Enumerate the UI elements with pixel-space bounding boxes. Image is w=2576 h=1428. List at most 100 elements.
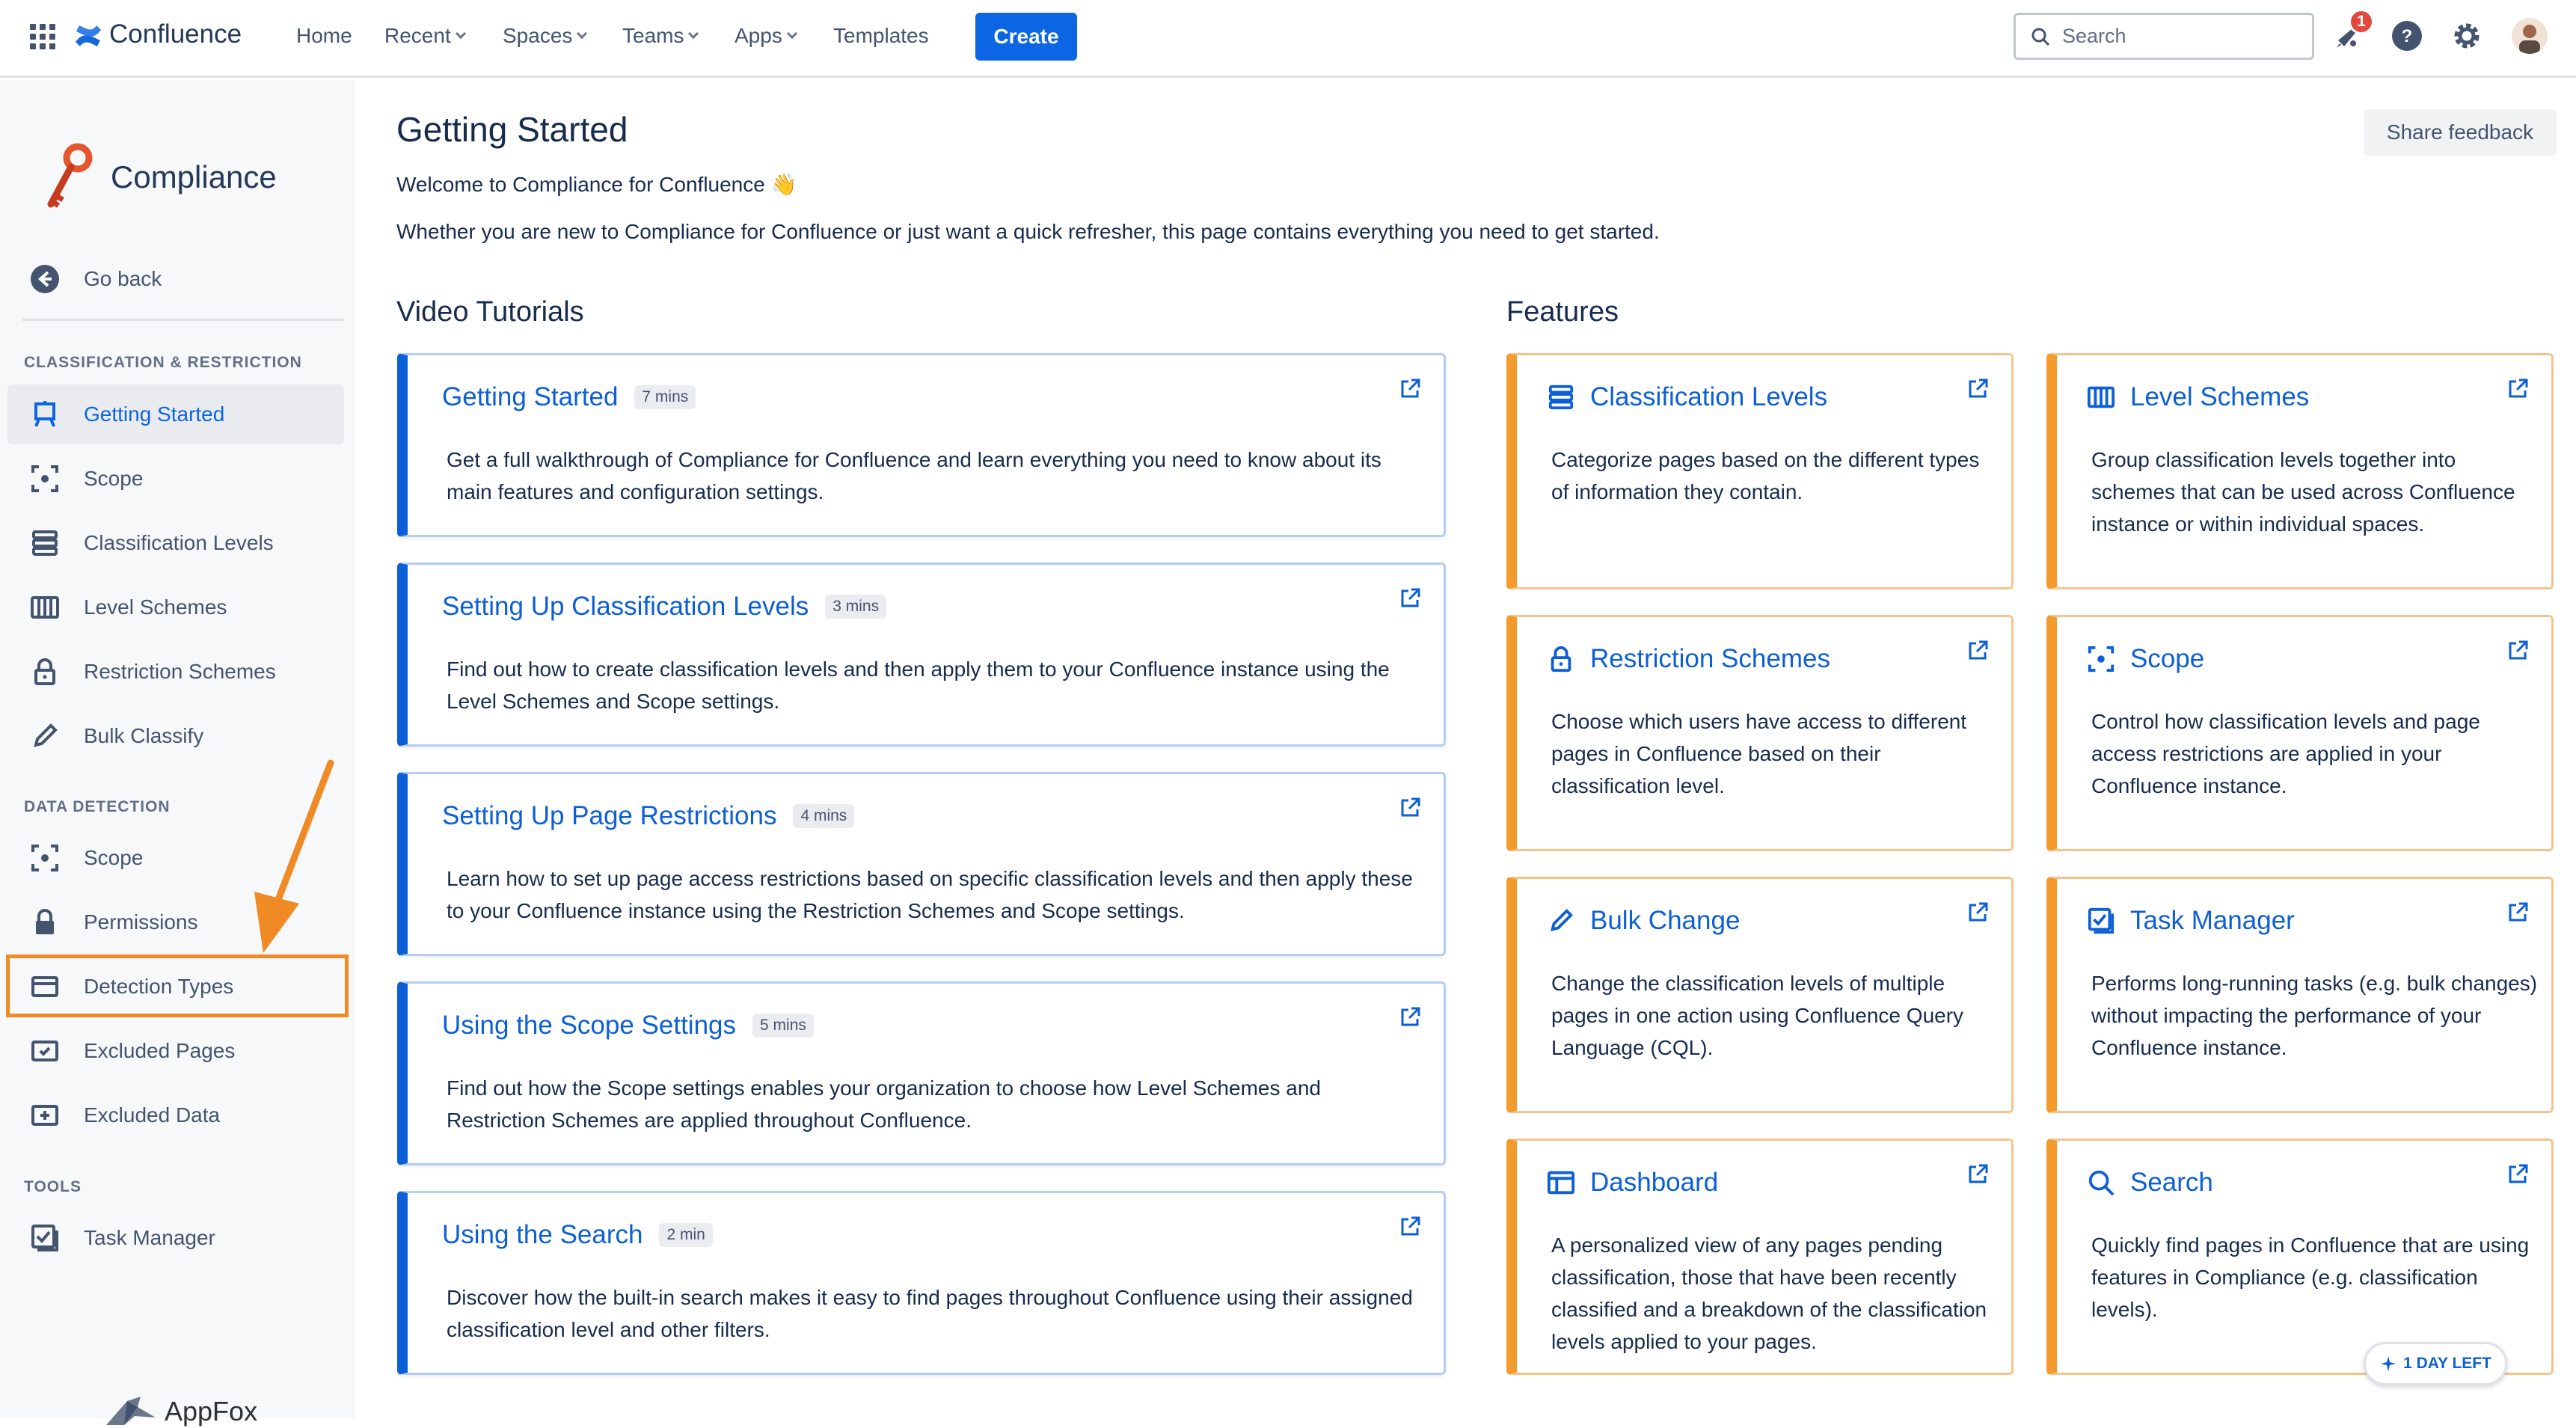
external-link-icon[interactable] <box>1966 640 1989 662</box>
sidebar-item-label: Excluded Pages <box>84 1039 236 1062</box>
sidebar-item-label: Getting Started <box>84 402 225 426</box>
external-link-icon[interactable] <box>1399 378 1421 400</box>
external-link-icon[interactable] <box>1966 1163 1989 1186</box>
sidebar-item-excluded-data[interactable]: Excluded Data <box>7 1085 344 1145</box>
video-title-text: Getting Started <box>442 382 619 411</box>
nav-teams[interactable]: Teams <box>622 24 699 48</box>
section-heading-tools: TOOLS <box>24 1178 82 1195</box>
external-link-icon[interactable] <box>1399 1216 1421 1238</box>
feature-title[interactable]: Search <box>2087 1168 2213 1198</box>
sidebar-item-excluded-pages[interactable]: Excluded Pages <box>7 1021 344 1081</box>
feature-description: Performs long-running tasks (e.g. bulk c… <box>2091 972 2538 1059</box>
sidebar-item-classification-levels[interactable]: Classification Levels <box>7 513 344 573</box>
duration-badge: 5 mins <box>752 1014 814 1038</box>
external-link-icon[interactable] <box>2506 640 2529 662</box>
compliance-app-name: Compliance <box>111 159 277 194</box>
feature-description: Change the classification levels of mult… <box>1551 972 1964 1059</box>
video-card[interactable]: Setting Up Classification Levels 3 mins F… <box>397 563 1446 747</box>
nav-recent[interactable]: Recent <box>384 24 466 48</box>
feature-description: A personalized view of any pages pending… <box>1551 1234 1987 1353</box>
feature-description: Control how classification levels and pa… <box>2091 710 2480 797</box>
page-title: Getting Started <box>396 110 628 149</box>
external-link-icon[interactable] <box>2506 1163 2529 1186</box>
external-link-icon[interactable] <box>1966 378 1989 400</box>
feature-card-restriction-schemes[interactable]: Restriction Schemes Choose which users h… <box>1506 615 2014 851</box>
feature-card-search[interactable]: Search Quickly find pages in Confluence … <box>2046 1139 2554 1375</box>
go-back-button[interactable]: Go back <box>7 249 344 309</box>
sidebar-item-scope[interactable]: Scope <box>7 449 344 509</box>
video-title-text: Using the Scope Settings <box>442 1011 737 1040</box>
feature-card-scope[interactable]: Scope Control how classification levels … <box>2046 615 2554 851</box>
feature-title-text: Level Schemes <box>2130 382 2310 411</box>
nav-apps[interactable]: Apps <box>735 24 797 48</box>
feature-title[interactable]: Restriction Schemes <box>1547 644 1830 674</box>
confluence-logo-icon[interactable] <box>73 21 103 51</box>
sidebar: Compliance Go back CLASSIFICATION & REST… <box>0 80 355 1427</box>
nav-teams-label: Teams <box>622 24 684 47</box>
feature-description: Quickly find pages in Confluence that ar… <box>2091 1234 2530 1321</box>
feature-title-text: Classification Levels <box>1590 382 1828 411</box>
pencil-icon <box>1550 909 1573 932</box>
trial-days-badge[interactable]: 1 DAY LEFT <box>2364 1342 2507 1385</box>
easel-icon <box>34 401 55 427</box>
video-card[interactable]: Setting Up Page Restrictions 4 mins Learn… <box>397 772 1446 956</box>
help-icon[interactable]: ? <box>2389 18 2425 54</box>
sidebar-item-restriction-schemes[interactable]: Restriction Schemes <box>7 642 344 702</box>
external-link-icon[interactable] <box>2506 901 2529 924</box>
duration-badge: 2 min <box>659 1223 713 1247</box>
feature-card-level-schemes[interactable]: Level Schemes Group classification level… <box>2046 353 2554 589</box>
feature-card-bulk-change[interactable]: Bulk Change Change the classification le… <box>1506 877 2014 1113</box>
feature-title[interactable]: Bulk Change <box>1547 906 1740 936</box>
sidebar-divider <box>22 319 344 321</box>
chevron-down-icon <box>786 28 797 40</box>
video-description: Find out how to create classification le… <box>447 658 1390 713</box>
video-tutorials-heading: Video Tutorials <box>396 296 584 328</box>
feature-title-text: Search <box>2130 1168 2213 1197</box>
video-card[interactable]: Getting Started 7 mins Get a full walkthr… <box>397 353 1446 537</box>
external-link-icon[interactable] <box>1966 901 1989 924</box>
video-card[interactable]: Using the Search 2 min Discover how the b… <box>397 1191 1446 1375</box>
nav-home[interactable]: Home <box>296 24 352 48</box>
share-feedback-button[interactable]: Share feedback <box>2364 109 2557 156</box>
feature-title[interactable]: Dashboard <box>1547 1168 1718 1198</box>
nav-apps-label: Apps <box>735 24 782 47</box>
avatar[interactable] <box>2512 18 2548 54</box>
video-card[interactable]: Using the Scope Settings 5 mins Find out … <box>397 981 1446 1165</box>
trial-days-text: 1 DAY LEFT <box>2403 1355 2491 1372</box>
external-link-icon[interactable] <box>1399 587 1421 610</box>
feature-card-dashboard[interactable]: Dashboard A personalized view of any pag… <box>1506 1139 2014 1375</box>
feature-title[interactable]: Classification Levels <box>1547 382 1827 412</box>
feature-title[interactable]: Scope <box>2087 644 2204 674</box>
search-input[interactable]: Search <box>2014 13 2314 60</box>
excluded-data-icon <box>31 1105 58 1126</box>
video-title[interactable]: Setting Up Page Restrictions 4 mins <box>442 801 855 831</box>
video-title[interactable]: Using the Search 2 min <box>442 1220 713 1250</box>
settings-icon[interactable] <box>2449 18 2485 54</box>
nav-spaces[interactable]: Spaces <box>503 24 588 48</box>
sidebar-item-level-schemes[interactable]: Level Schemes <box>7 577 344 637</box>
video-title[interactable]: Setting Up Classification Levels 3 mins <box>442 592 887 622</box>
app-name[interactable]: Confluence <box>109 19 242 49</box>
feature-title[interactable]: Level Schemes <box>2087 382 2309 412</box>
sidebar-item-label: Restriction Schemes <box>84 660 276 683</box>
section-heading-classification: CLASSIFICATION & RESTRICTION <box>24 354 302 371</box>
feature-card-classification-levels[interactable]: Classification Levels Categorize pages b… <box>1506 353 2014 589</box>
feature-card-task-manager[interactable]: Task Manager Performs long-running tasks… <box>2046 877 2554 1113</box>
video-title-text: Setting Up Page Restrictions <box>442 801 777 830</box>
nav-spaces-label: Spaces <box>503 24 573 47</box>
task-icon <box>31 1225 58 1251</box>
external-link-icon[interactable] <box>1399 797 1421 819</box>
external-link-icon[interactable] <box>1399 1006 1421 1029</box>
columns-icon <box>31 596 59 619</box>
video-title[interactable]: Using the Scope Settings 5 mins <box>442 1011 814 1041</box>
create-button[interactable]: Create <box>975 13 1077 61</box>
sidebar-item-task-manager[interactable]: Task Manager <box>7 1208 344 1268</box>
sidebar-item-getting-started[interactable]: Getting Started <box>7 384 344 444</box>
video-description: Discover how the built-in search makes i… <box>447 1286 1413 1341</box>
video-title[interactable]: Getting Started 7 mins <box>442 382 696 412</box>
app-switcher-icon[interactable] <box>30 24 55 49</box>
nav-templates[interactable]: Templates <box>833 24 929 48</box>
external-link-icon[interactable] <box>2506 378 2529 400</box>
chevron-down-icon <box>577 28 588 40</box>
feature-title[interactable]: Task Manager <box>2087 906 2295 936</box>
